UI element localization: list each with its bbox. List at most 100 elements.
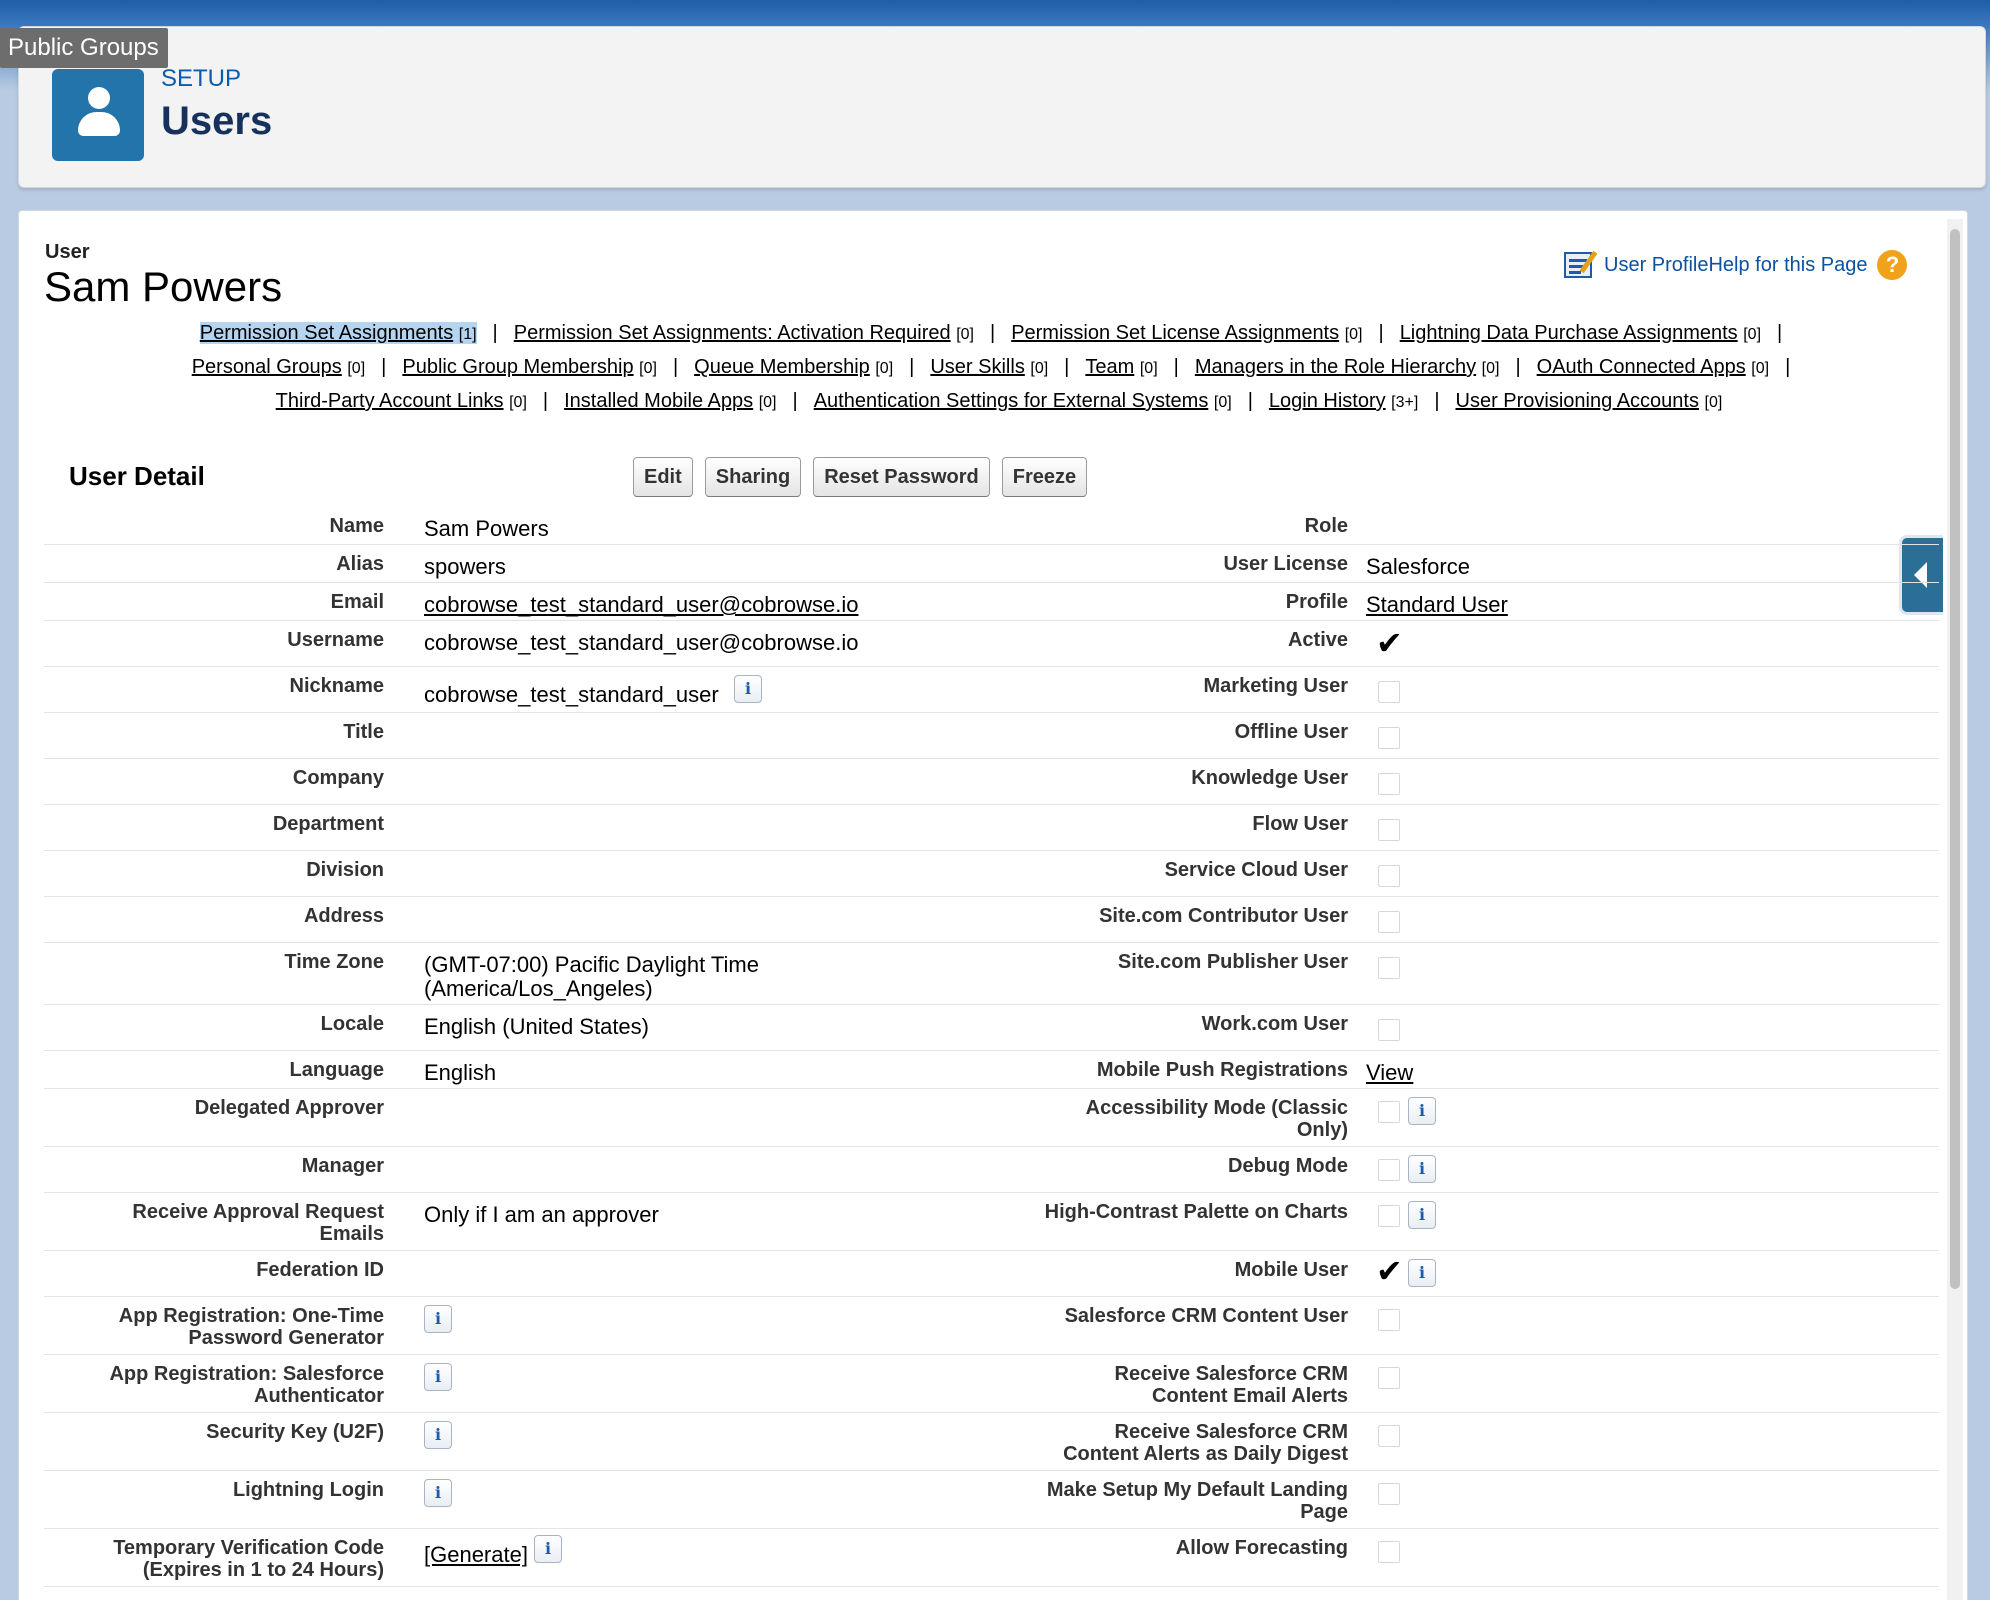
label-line: Accessibility Mode (Classic [1085,1097,1348,1119]
related-count: [0] [1751,360,1770,377]
field-value-mobile-push: View [1366,1061,1926,1085]
related-count: [0] [1213,394,1232,411]
detail-row: Time Zone (GMT-07:00) Pacific Daylight T… [44,943,1939,1005]
field-label: Accessibility Mode (Classic Only) [924,1097,1348,1141]
app-reg-otp-info-icon[interactable]: i [424,1305,452,1333]
nickname-info-icon[interactable]: i [734,675,762,703]
related-link-third-party-accounts[interactable]: Third-Party Account Links [276,390,504,412]
debug-mode-info-icon[interactable]: i [1408,1155,1436,1183]
related-link-personal-groups[interactable]: Personal Groups [192,356,342,378]
vertical-scrollbar[interactable] [1947,219,1963,1600]
related-link-login-history[interactable]: Login History [1269,390,1386,412]
related-count: [0] [509,394,527,411]
field-label: Profile [1285,591,1348,613]
detail-row: Title Offline User [44,713,1939,759]
field-label: Company [292,767,384,789]
tooltip: Public Groups [0,28,168,68]
sharing-button[interactable]: Sharing [704,457,802,497]
field-value-locale: English (United States) [424,1014,649,1039]
accessibility-mode-info-icon[interactable]: i [1408,1097,1436,1125]
field-label: Department [272,813,384,835]
profile-link[interactable]: Standard User [1366,592,1508,617]
detail-row: Department Flow User [44,805,1939,851]
related-link-lightning-data-purchase[interactable]: Lightning Data Purchase Assignments [1400,322,1738,344]
detail-row: Division Service Cloud User [44,851,1939,897]
app-reg-authenticator-info-icon[interactable]: i [424,1363,452,1391]
field-label: Manager [301,1155,384,1177]
field-label: Name [329,515,384,537]
page-title: Users [161,99,273,143]
setup-landing-checkbox [1378,1483,1400,1505]
generate-code-link[interactable]: [Generate] [424,1542,528,1567]
detail-row: Lightning Login i Make Setup My Default … [44,1471,1939,1529]
field-label: Nickname [289,675,385,697]
related-link-auth-settings-external[interactable]: Authentication Settings for External Sys… [814,390,1209,412]
detail-row: Company Knowledge User [44,759,1939,805]
related-link-queue-membership[interactable]: Queue Membership [694,356,870,378]
field-value-profile: Standard User [1366,593,1926,617]
site-publisher-checkbox [1378,957,1400,979]
lightning-login-info-icon[interactable]: i [424,1479,452,1507]
email-link[interactable]: cobrowse_test_standard_user@cobrowse.io [424,592,858,617]
high-contrast-info-icon[interactable]: i [1408,1201,1436,1229]
related-count: [0] [1139,360,1158,377]
detail-row: Receive Approval Request Emails Only if … [44,1193,1939,1251]
marketing-user-checkbox [1378,681,1400,703]
related-link-user-provisioning[interactable]: User Provisioning Accounts [1456,390,1699,412]
detail-row: Name Sam Powers Role [44,507,1939,545]
field-value-email: cobrowse_test_standard_user@cobrowse.io [424,593,984,617]
edit-button[interactable]: Edit [633,457,693,497]
label-line: (Expires in 1 to 24 Hours) [142,1559,384,1581]
security-key-info-icon[interactable]: i [424,1421,452,1449]
page-help-links: User Profile Help for this Page ? [1564,247,1908,283]
label-line: Temporary Verification Code [113,1537,384,1559]
related-link-installed-mobile-apps[interactable]: Installed Mobile Apps [564,390,753,412]
workcom-user-checkbox [1378,1019,1400,1041]
related-link-permission-set-license[interactable]: Permission Set License Assignments [1011,322,1339,344]
related-link-public-group-membership[interactable]: Public Group Membership [402,356,633,378]
field-label: Receive Salesforce CRM Content Alerts as… [924,1421,1348,1465]
field-label: Offline User [1234,721,1348,743]
field-label: Service Cloud User [1164,859,1348,881]
help-for-page-link[interactable]: Help for this Page [1708,254,1867,277]
temp-code-info-icon[interactable]: i [534,1535,562,1563]
mobile-push-view-link[interactable]: View [1366,1060,1413,1085]
related-count: [0] [1030,360,1049,377]
detail-row: Manager Debug Mode i [44,1147,1939,1193]
field-value-user-license: Salesforce [1366,554,1470,579]
mobile-user-info-icon[interactable]: i [1408,1259,1436,1287]
related-link-user-skills[interactable]: User Skills [930,356,1024,378]
detail-row: Locale English (United States) Work.com … [44,1005,1939,1051]
related-count: [0] [347,360,366,377]
debug-mode-checkbox [1378,1159,1400,1181]
detail-row: Federation ID Mobile User ✔ i [44,1251,1939,1297]
related-count: [0] [1704,394,1723,411]
field-label: High-Contrast Palette on Charts [1044,1201,1348,1223]
related-link-oauth-connected-apps[interactable]: OAuth Connected Apps [1537,356,1746,378]
user-profile-doc-icon[interactable] [1564,250,1600,280]
freeze-button[interactable]: Freeze [1001,457,1088,497]
related-count: [1] [458,326,477,343]
help-icon[interactable]: ? [1877,250,1908,280]
record-type-label: User [45,241,90,263]
field-label: Work.com User [1201,1013,1348,1035]
detail-row: Delegated Approver Accessibility Mode (C… [44,1089,1939,1147]
related-link-permission-set-activation[interactable]: Permission Set Assignments: Activation R… [514,322,951,344]
related-link-permission-set-assignments[interactable]: Permission Set Assignments [200,322,453,344]
user-profile-link[interactable]: User Profile [1604,254,1708,277]
mobile-user-checkmark-icon: ✔ [1376,1252,1403,1290]
reset-password-button[interactable]: Reset Password [813,457,990,497]
field-value-name: Sam Powers [424,516,549,541]
related-link-managers-role-hierarchy[interactable]: Managers in the Role Hierarchy [1195,356,1476,378]
field-label: Title [343,721,384,743]
detail-row: Security Key (U2F) i Receive Salesforce … [44,1413,1939,1471]
related-count: [0] [1743,326,1762,343]
related-count: [0] [639,360,657,377]
related-link-team[interactable]: Team [1085,356,1134,378]
scrollbar-thumb[interactable] [1950,229,1960,1289]
label-line: Receive Approval Request [132,1201,384,1223]
related-count: [0] [875,360,894,377]
field-label: Salesforce CRM Content User [1064,1305,1348,1327]
label-line: Authenticator [254,1385,384,1407]
label-line: Content Alerts as Daily Digest [1063,1443,1348,1465]
